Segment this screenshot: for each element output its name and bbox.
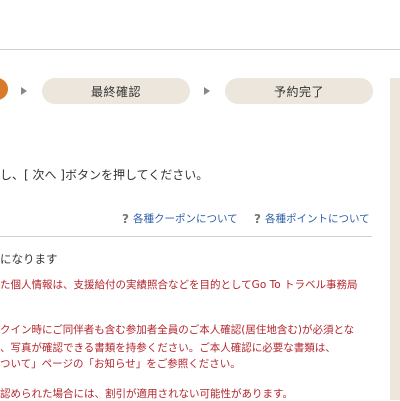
notice-line: た個人情報は、支援給付の実績照合などを目的としてGo To トラベル事務局 — [0, 279, 358, 291]
notice-heading: になります — [0, 252, 58, 266]
notice-line: クイン時にご同伴者も含む参加者全員のご本人確認(居住地含む)が必須とな — [0, 324, 355, 336]
step-arrow-icon — [21, 87, 27, 95]
coupon-help-label: 各種クーポンについて — [132, 213, 238, 225]
question-icon: ? — [254, 211, 261, 226]
question-icon: ? — [122, 211, 129, 226]
header-divider — [0, 49, 400, 50]
coupon-help-link[interactable]: ? 各種クーポンについて — [122, 211, 238, 226]
points-help-link[interactable]: ? 各種ポイントについて — [254, 211, 370, 226]
step-final-confirmation: 最終確認 — [42, 78, 190, 104]
section-divider — [0, 236, 372, 237]
instruction-text: し、[ 次へ ]ボタンを押してください。 — [0, 168, 209, 182]
step-current-indicator — [0, 78, 8, 100]
step-booking-complete: 予約完了 — [225, 78, 373, 104]
notice-line: 、写真が確認できる書類を持参ください。ご本人確認に必要な書類は、 — [0, 342, 336, 354]
notice-line: 認められた場合には、割引が適用されない可能性があります。 — [0, 388, 293, 400]
notice-line: ついて」ページの「お知らせ」をご参照ください。 — [0, 358, 241, 370]
side-panel — [390, 78, 400, 400]
step-arrow-icon — [204, 87, 210, 95]
points-help-label: 各種ポイントについて — [264, 213, 370, 225]
